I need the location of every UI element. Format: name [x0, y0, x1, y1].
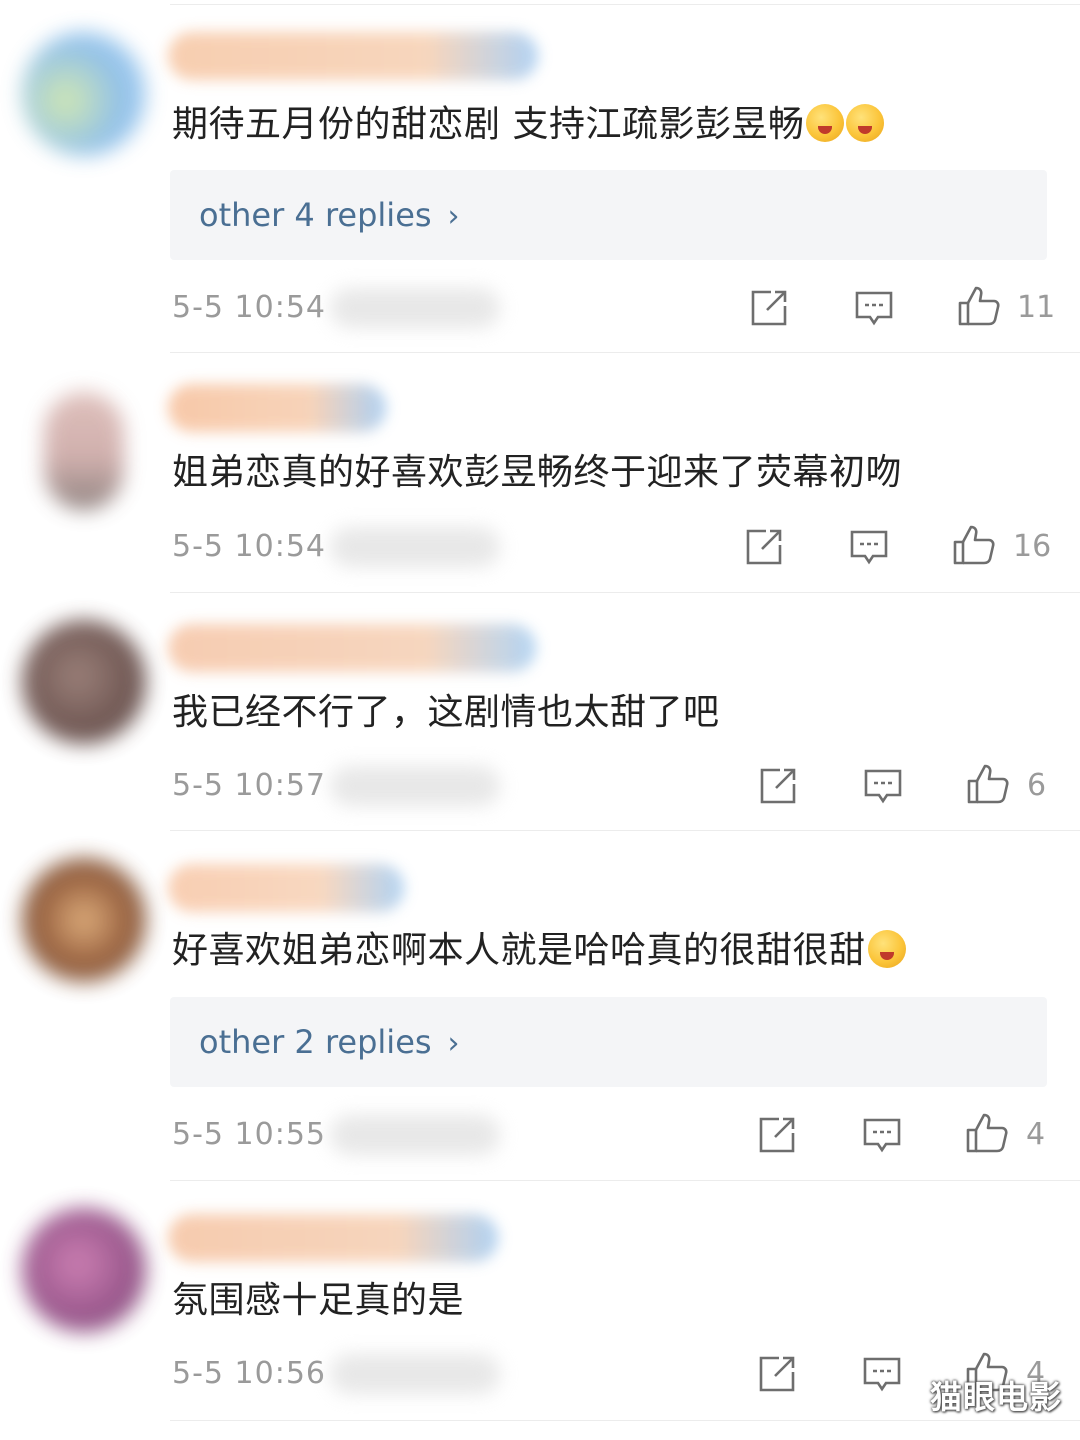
replies-label: other 4 replies: [199, 196, 432, 234]
comment-text: 氛围感十足真的是: [172, 1276, 464, 1326]
share-icon[interactable]: [749, 288, 789, 328]
like-count: 11: [1017, 290, 1056, 325]
comment-body: 氛围感十足真的是: [172, 1280, 465, 1321]
location-tag: [330, 1115, 500, 1155]
comment-body: 我已经不行了，这剧情也太甜了吧: [172, 692, 720, 733]
avatar[interactable]: [22, 620, 146, 744]
comment-meta: 5-5 10:55 4: [0, 1105, 1080, 1165]
comment-text: 我已经不行了，这剧情也太甜了吧: [172, 688, 720, 738]
flushed-face-icon: [806, 104, 845, 142]
timestamp: 5-5 10:56: [172, 1356, 326, 1391]
share-icon[interactable]: [744, 527, 784, 567]
watermark-logo: 猫眼电影: [929, 1378, 1062, 1416]
like-count: 6: [1027, 768, 1047, 803]
avatar[interactable]: [22, 1208, 146, 1332]
comment-icon[interactable]: [862, 1354, 902, 1394]
timestamp: 5-5 10:54: [172, 529, 326, 564]
replies-panel[interactable]: other 4 replies ›: [170, 170, 1047, 260]
divider: [170, 592, 1080, 593]
like-count: 16: [1013, 529, 1052, 564]
replies-label: other 2 replies: [199, 1023, 432, 1061]
comment-icon[interactable]: [854, 288, 894, 328]
divider: [170, 830, 1080, 831]
comment-text: 姐弟恋真的好喜欢彭昱畅终于迎来了荧幕初吻: [172, 448, 902, 498]
avatar[interactable]: [44, 392, 124, 510]
location-tag: [330, 527, 500, 567]
comment-body: 期待五月份的甜恋剧 支持江疏影彭昱畅: [172, 104, 805, 145]
location-tag: [330, 1354, 500, 1394]
comment-list: 期待五月份的甜恋剧 支持江疏影彭昱畅 other 4 replies › 5-5 …: [0, 0, 1080, 1440]
comment-icon[interactable]: [863, 766, 903, 806]
comment-text: 好喜欢姐弟恋啊本人就是哈哈真的很甜很甜: [172, 926, 906, 976]
view-replies-link[interactable]: other 2 replies ›: [199, 997, 460, 1089]
username[interactable]: [168, 624, 536, 672]
location-tag: [330, 288, 500, 328]
comment-meta: 5-5 10:54 11: [0, 278, 1080, 338]
flushed-face-icon: [846, 104, 885, 142]
location-tag: [330, 766, 500, 806]
comment-text: 期待五月份的甜恋剧 支持江疏影彭昱畅: [172, 100, 885, 150]
thumbs-up-icon[interactable]: [965, 1111, 1009, 1155]
like-count: 4: [1026, 1117, 1046, 1152]
username[interactable]: [168, 864, 404, 912]
timestamp: 5-5 10:57: [172, 768, 326, 803]
avatar[interactable]: [22, 858, 146, 982]
replies-panel[interactable]: other 2 replies ›: [170, 997, 1047, 1087]
view-replies-link[interactable]: other 4 replies ›: [199, 170, 460, 262]
comment-icon[interactable]: [849, 527, 889, 567]
thumbs-up-icon[interactable]: [957, 284, 1001, 328]
username[interactable]: [168, 32, 538, 80]
timestamp: 5-5 10:54: [172, 290, 326, 325]
thumbs-up-icon[interactable]: [952, 523, 996, 567]
share-icon[interactable]: [757, 1354, 797, 1394]
divider: [170, 1180, 1080, 1181]
divider: [170, 1420, 1080, 1421]
chevron-right-icon: ›: [447, 1026, 460, 1061]
comment-body: 好喜欢姐弟恋啊本人就是哈哈真的很甜很甜: [172, 930, 866, 971]
username[interactable]: [168, 1214, 498, 1262]
thumbs-up-icon[interactable]: [966, 762, 1010, 806]
comment-meta: 5-5 10:54 16: [0, 517, 1080, 577]
chevron-right-icon: ›: [447, 199, 460, 234]
share-icon[interactable]: [757, 1115, 797, 1155]
comment-body: 姐弟恋真的好喜欢彭昱畅终于迎来了荧幕初吻: [172, 452, 903, 493]
tongue-face-icon: [867, 930, 906, 968]
comment-icon[interactable]: [862, 1115, 902, 1155]
username[interactable]: [168, 384, 386, 432]
comment-meta: 5-5 10:56 4: [0, 1344, 1080, 1404]
avatar[interactable]: [22, 32, 146, 156]
timestamp: 5-5 10:55: [172, 1117, 326, 1152]
share-icon[interactable]: [758, 766, 798, 806]
divider: [170, 4, 1080, 5]
comment-meta: 5-5 10:57 6: [0, 756, 1080, 816]
divider: [170, 352, 1080, 353]
